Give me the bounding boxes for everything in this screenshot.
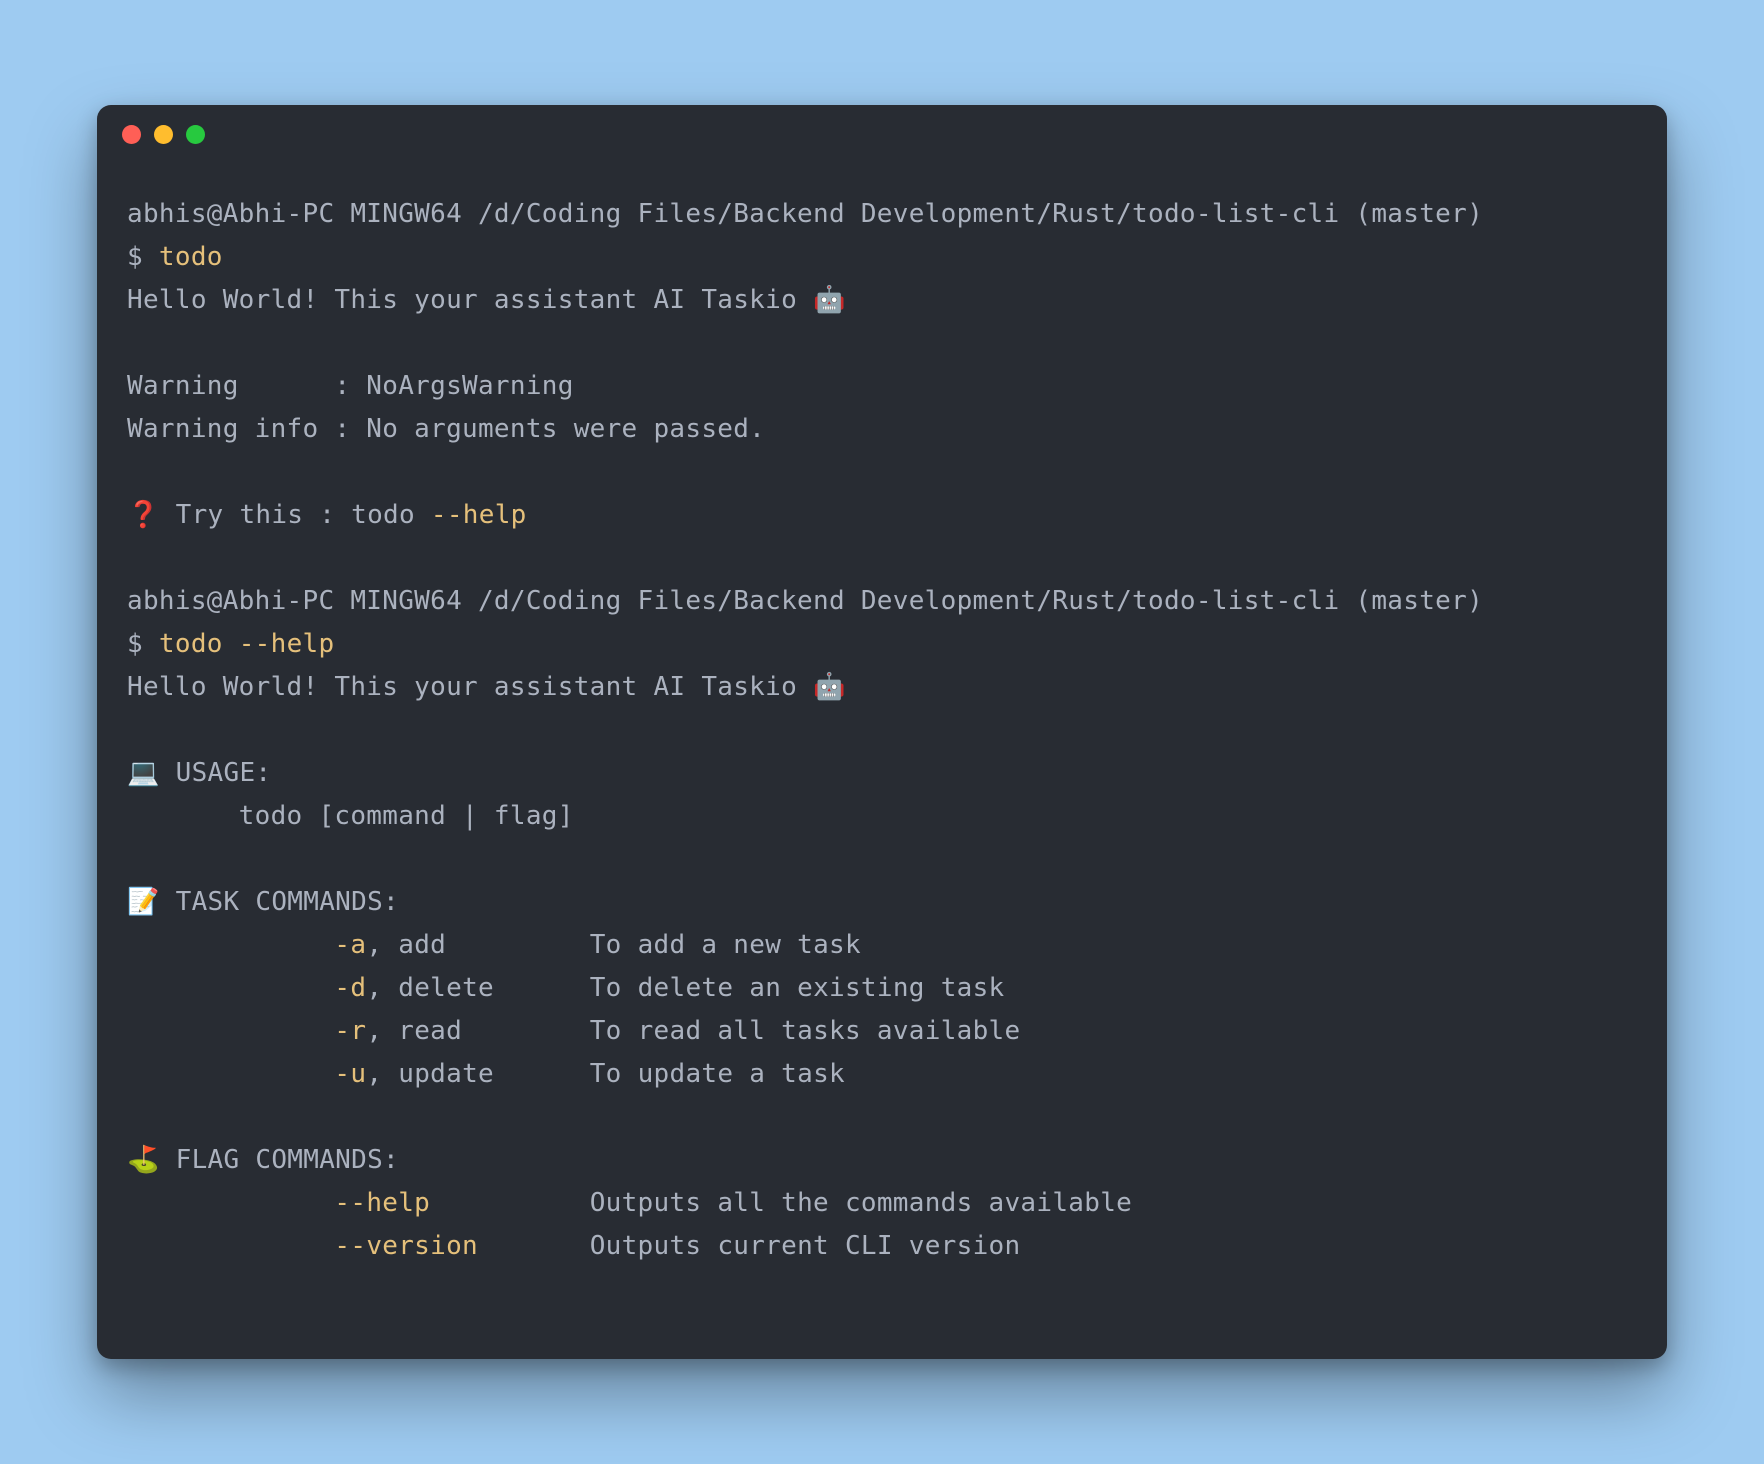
task-command-row: -d, delete To delete an existing task (127, 973, 1005, 1003)
flag-command-row: --version Outputs current CLI version (127, 1231, 1020, 1261)
cmd-name: read (398, 1016, 462, 1046)
task-command-row: -r, read To read all tasks available (127, 1016, 1020, 1046)
cmd-desc: To update a task (590, 1059, 845, 1089)
command-2: todo (159, 629, 239, 659)
flag-commands-header: ⛳ FLAG COMMANDS: (127, 1145, 399, 1175)
prompt-line-1: abhis@Abhi-PC MINGW64 /d/Coding Files/Ba… (127, 199, 1483, 229)
cmd-flag: -d (334, 973, 366, 1003)
greeting-output: Hello World! This your assistant AI Task… (127, 285, 846, 315)
prompt-symbol-2: $ (127, 629, 159, 659)
cmd-flag: -r (334, 1016, 366, 1046)
cmd-flag: -u (334, 1059, 366, 1089)
cmd-flag: -a (334, 930, 366, 960)
flag-command-row: --help Outputs all the commands availabl… (127, 1188, 1132, 1218)
warning-line: Warning : NoArgsWarning (127, 371, 574, 401)
cmd-name: add (398, 930, 446, 960)
try-this-line: ❓ Try this : todo --help (127, 500, 527, 530)
task-command-row: -a, add To add a new task (127, 930, 861, 960)
task-command-row: -u, update To update a task (127, 1059, 845, 1089)
cmd-desc: To add a new task (590, 930, 861, 960)
cmd-name: update (398, 1059, 494, 1089)
cmd-name: delete (398, 973, 494, 1003)
maximize-icon[interactable] (186, 125, 205, 144)
warning-info-line: Warning info : No arguments were passed. (127, 414, 765, 444)
cmd-desc: To delete an existing task (590, 973, 1005, 1003)
window-titlebar (97, 105, 1667, 163)
command-2-flag: --help (239, 629, 335, 659)
task-commands-header: 📝 TASK COMMANDS: (127, 887, 399, 917)
cmd-flag: --version (334, 1231, 478, 1261)
greeting-output-2: Hello World! This your assistant AI Task… (127, 672, 846, 702)
usage-line: todo [command | flag] (127, 801, 574, 831)
cmd-desc: To read all tasks available (590, 1016, 1021, 1046)
try-flag: --help (431, 500, 527, 530)
cmd-desc: Outputs current CLI version (590, 1231, 1021, 1261)
terminal-window: abhis@Abhi-PC MINGW64 /d/Coding Files/Ba… (97, 105, 1667, 1359)
terminal-body[interactable]: abhis@Abhi-PC MINGW64 /d/Coding Files/Ba… (97, 163, 1667, 1359)
usage-header: 💻 USAGE: (127, 758, 271, 788)
cmd-flag: --help (334, 1188, 430, 1218)
question-mark-icon: ❓ Try this : todo (127, 500, 431, 530)
minimize-icon[interactable] (154, 125, 173, 144)
close-icon[interactable] (122, 125, 141, 144)
cmd-desc: Outputs all the commands available (590, 1188, 1132, 1218)
prompt-line-2: abhis@Abhi-PC MINGW64 /d/Coding Files/Ba… (127, 586, 1483, 616)
prompt-symbol: $ (127, 242, 159, 272)
command-1: todo (159, 242, 223, 272)
